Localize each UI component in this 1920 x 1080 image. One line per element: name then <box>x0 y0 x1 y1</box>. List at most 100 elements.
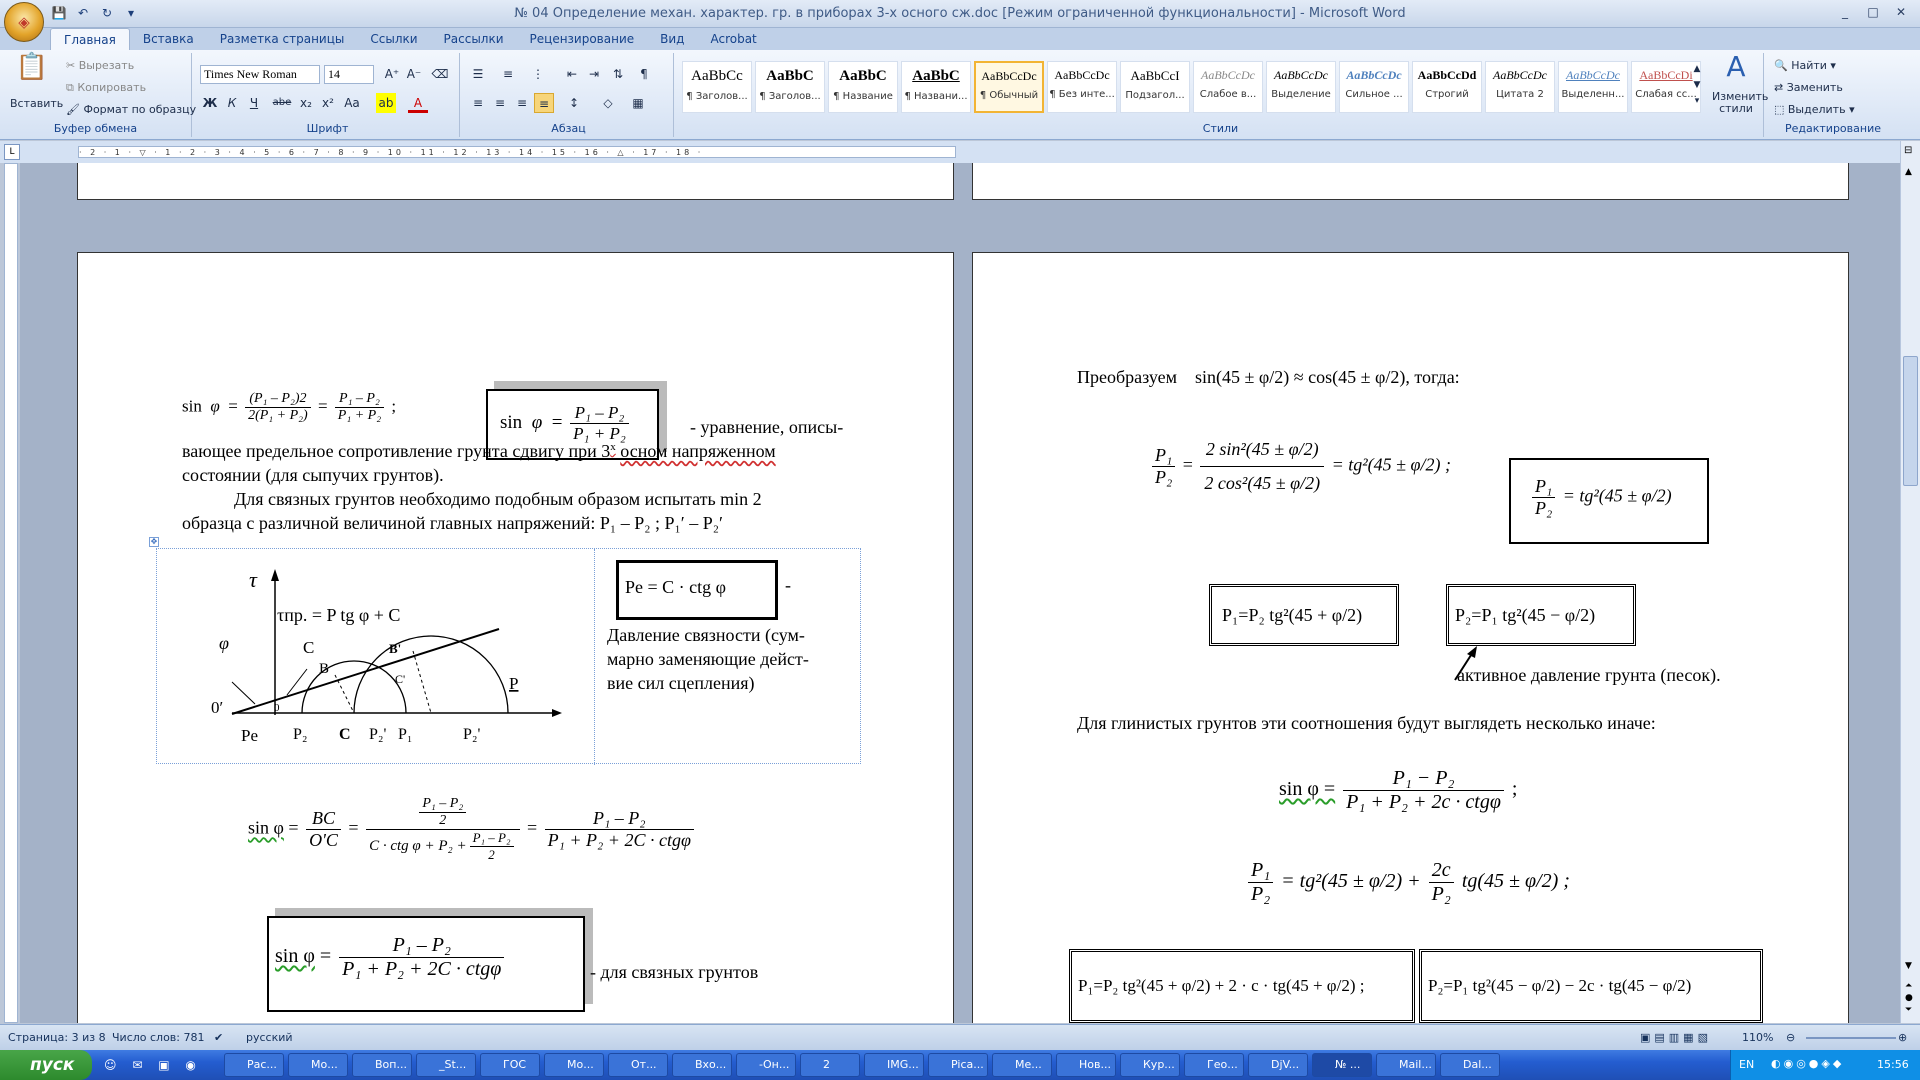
decrease-indent-icon[interactable]: ⇤ <box>562 64 582 84</box>
find-button[interactable]: 🔍 Найти ▾ <box>1774 59 1836 72</box>
taskbar-item[interactable]: Мо... <box>288 1053 348 1077</box>
change-styles-button[interactable]: Изменить стили <box>1712 91 1768 115</box>
page-counter[interactable]: Страница: 3 из 8 <box>8 1031 106 1044</box>
style-subtitle[interactable]: AaBbCcI Подзагол... <box>1120 61 1190 113</box>
style-no-spacing[interactable]: AaBbCcDc ¶ Без инте... <box>1047 61 1117 113</box>
taskbar-item[interactable]: 2 <box>800 1053 860 1077</box>
change-styles-icon[interactable]: A <box>1712 53 1760 87</box>
tab-insert[interactable]: Вставка <box>130 28 207 50</box>
taskbar-item[interactable]: _St... <box>416 1053 476 1077</box>
minimize-button[interactable]: _ <box>1832 2 1858 22</box>
select-button[interactable]: ⬚ Выделить ▾ <box>1774 103 1855 116</box>
style-subtle-emphasis[interactable]: AaBbCcDc Слабое в... <box>1193 61 1263 113</box>
spellcheck-icon[interactable]: ✔ <box>214 1031 223 1044</box>
page-left[interactable]: sin φ = (P₁ – P₂)2 2(P₁ + P₂) = P₁ – P₂ P₁… <box>77 252 954 1023</box>
highlight-icon[interactable]: ab <box>376 93 396 113</box>
paste-button[interactable]: Вставить <box>10 97 63 110</box>
taskbar-item[interactable]: Ме... <box>992 1053 1052 1077</box>
tab-mailings[interactable]: Рассылки <box>431 28 517 50</box>
tab-home[interactable]: Главная <box>50 28 130 50</box>
tab-page-layout[interactable]: Разметка страницы <box>207 28 358 50</box>
taskbar-item[interactable]: Гео... <box>1184 1053 1244 1077</box>
style-normal[interactable]: AaBbCcDc ¶ Обычный <box>974 61 1044 113</box>
vertical-ruler[interactable] <box>4 163 18 1023</box>
style-title2[interactable]: AaBbC ¶ Названи... <box>901 61 971 113</box>
align-right-icon[interactable]: ≡ <box>512 93 532 113</box>
close-button[interactable]: ✕ <box>1888 2 1914 22</box>
shading-icon[interactable]: ◇ <box>598 93 618 113</box>
taskbar-item-active[interactable]: № ... <box>1312 1053 1372 1077</box>
vertical-scrollbar[interactable]: ⊟ ▲ ▼ ⏶ ● ⏷ <box>1900 141 1920 1023</box>
styles-scroll-icon[interactable]: ▲ ▼ ▾ <box>1690 61 1704 113</box>
taskbar-item[interactable]: Нов... <box>1056 1053 1116 1077</box>
tab-acrobat[interactable]: Acrobat <box>697 28 769 50</box>
taskbar-item[interactable]: Pica... <box>928 1053 988 1077</box>
line-spacing-icon[interactable]: ↕ <box>564 93 584 113</box>
scroll-thumb[interactable] <box>1903 356 1918 486</box>
taskbar-item[interactable]: IMG... <box>864 1053 924 1077</box>
subscript-button[interactable]: x₂ <box>296 93 316 113</box>
underline-button[interactable]: Ч <box>244 93 264 113</box>
ruler-toggle-icon[interactable]: ⊟ <box>1904 145 1912 156</box>
document-area[interactable]: sin φ = (P₁ – P₂)2 2(P₁ + P₂) = P₁ – P₂ P₁… <box>20 163 1900 1023</box>
tab-references[interactable]: Ссылки <box>357 28 430 50</box>
align-center-icon[interactable]: ≡ <box>490 93 510 113</box>
multilevel-list-icon[interactable]: ⋮ <box>528 64 548 84</box>
taskbar-item[interactable]: Кур... <box>1120 1053 1180 1077</box>
font-name-select[interactable]: Times New Roman <box>200 65 320 84</box>
language-tray[interactable]: EN <box>1739 1058 1754 1071</box>
shrink-font-icon[interactable]: A⁻ <box>404 64 424 84</box>
zoom-out-icon[interactable]: ⊖ <box>1786 1031 1795 1044</box>
sort-icon[interactable]: ⇅ <box>608 64 628 84</box>
style-intense-quote[interactable]: AaBbCcDc Выделенн... <box>1558 61 1628 113</box>
taskbar-item[interactable]: Воп... <box>352 1053 412 1077</box>
scroll-up-icon[interactable]: ▲ <box>1905 167 1912 177</box>
page-right[interactable]: Преобразуем sin(45 ± φ/2) ≈ cos(45 ± φ/2… <box>972 252 1849 1023</box>
zoom-in-icon[interactable]: ⊕ <box>1898 1031 1907 1044</box>
quick-launch-icons[interactable]: ☺ ✉ ▣ ◉ <box>104 1058 202 1072</box>
replace-button[interactable]: ⇄ Заменить <box>1774 81 1843 94</box>
table-move-handle-icon[interactable]: ✥ <box>149 537 159 547</box>
prev-page-icon[interactable]: ⏶ <box>1905 981 1912 991</box>
cut-button[interactable]: ✂ Вырезать <box>66 59 134 72</box>
style-quote2[interactable]: AaBbCcDc Цитата 2 <box>1485 61 1555 113</box>
style-heading1[interactable]: AaBbCc ¶ Заголов... <box>682 61 752 113</box>
start-button[interactable]: пуск <box>0 1050 92 1080</box>
change-case-button[interactable]: Аа <box>342 93 362 113</box>
zoom-slider[interactable] <box>1806 1037 1896 1039</box>
clear-format-icon[interactable]: ⌫ <box>430 64 450 84</box>
taskbar-item[interactable]: Mail... <box>1376 1053 1436 1077</box>
style-title[interactable]: AaBbC ¶ Название <box>828 61 898 113</box>
style-intense-emphasis[interactable]: AaBbCcDc Сильное ... <box>1339 61 1409 113</box>
show-marks-icon[interactable]: ¶ <box>634 64 654 84</box>
paste-icon[interactable]: 📋 <box>14 54 50 93</box>
taskbar-item[interactable]: От... <box>608 1053 668 1077</box>
grow-font-icon[interactable]: A⁺ <box>382 64 402 84</box>
maximize-button[interactable]: □ <box>1860 2 1886 22</box>
copy-button[interactable]: ⧉ Копировать <box>66 81 146 95</box>
tab-view[interactable]: Вид <box>647 28 697 50</box>
tab-review[interactable]: Рецензирование <box>517 28 648 50</box>
justify-icon[interactable]: ≡ <box>534 93 554 113</box>
format-painter-button[interactable]: 🖌 Формат по образцу <box>66 103 196 116</box>
next-page-icon[interactable]: ⏷ <box>1905 1005 1912 1015</box>
strikethrough-button[interactable]: abe <box>272 93 292 113</box>
superscript-button[interactable]: x² <box>318 93 338 113</box>
horizontal-ruler[interactable]: L · 2 · 1 · ▽ · 1 · 2 · 3 · 4 · 5 · 6 · … <box>0 141 1920 163</box>
bold-button[interactable]: Ж <box>200 93 220 113</box>
scroll-down-icon[interactable]: ▼ <box>1905 961 1912 971</box>
style-strong[interactable]: AaBbCcDd Строгий <box>1412 61 1482 113</box>
view-buttons[interactable]: ▣▤▥▦▧ <box>1640 1031 1712 1044</box>
taskbar-item[interactable]: ГОС <box>480 1053 540 1077</box>
office-button[interactable]: ◈ <box>4 2 44 42</box>
taskbar-item[interactable]: DjV... <box>1248 1053 1308 1077</box>
italic-button[interactable]: К <box>222 93 242 113</box>
zoom-level[interactable]: 110% <box>1742 1031 1773 1044</box>
font-size-select[interactable]: 14 <box>324 65 374 84</box>
style-heading2[interactable]: AaBbC ¶ Заголов... <box>755 61 825 113</box>
taskbar-item[interactable]: -Он... <box>736 1053 796 1077</box>
taskbar-item[interactable]: Dal... <box>1440 1053 1500 1077</box>
taskbar-item[interactable]: Мо... <box>544 1053 604 1077</box>
taskbar-item[interactable]: Рас... <box>224 1053 284 1077</box>
bullets-icon[interactable]: ☰ <box>468 64 488 84</box>
